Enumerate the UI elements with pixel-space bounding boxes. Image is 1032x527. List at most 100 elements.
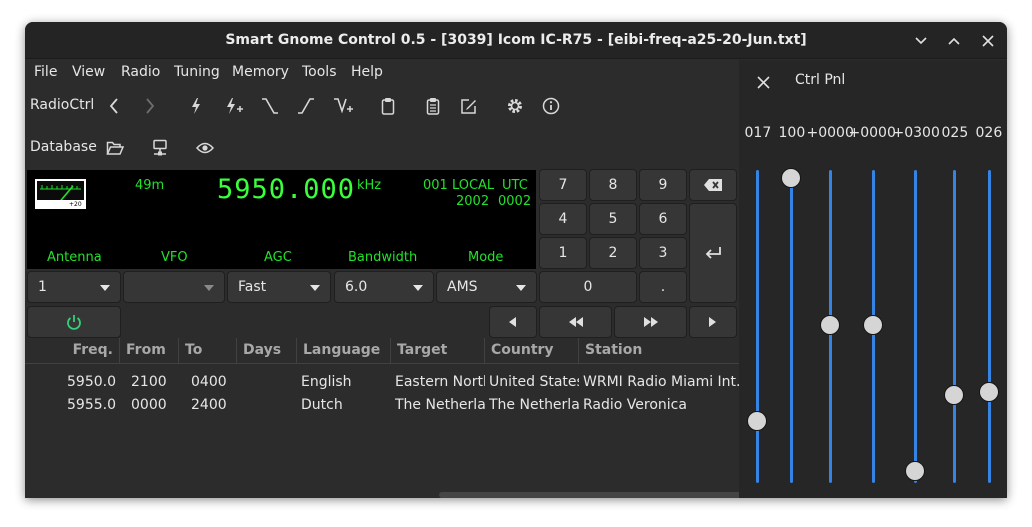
- clipboard-icon[interactable]: [375, 93, 401, 119]
- cell-target: The Netherlar: [395, 397, 485, 413]
- chevron-up-icon[interactable]: [943, 30, 965, 52]
- slider-handle-rf[interactable]: [781, 168, 801, 188]
- slider-label-af: AF: [748, 497, 766, 498]
- key-6[interactable]: 6: [639, 203, 687, 235]
- column-header-country[interactable]: Country: [485, 338, 579, 364]
- utc-label: UTC: [502, 178, 528, 193]
- sweep-icon[interactable]: [330, 93, 356, 119]
- enter-button[interactable]: [689, 203, 737, 303]
- column-header-freq[interactable]: Freq.: [25, 338, 120, 364]
- info-icon[interactable]: [538, 93, 564, 119]
- close-window-button[interactable]: [977, 30, 999, 52]
- column-header-to[interactable]: To: [179, 338, 237, 364]
- menu-bar: File View Radio Tuning Memory Tools Help: [25, 60, 739, 86]
- key-4[interactable]: 4: [539, 203, 587, 235]
- edit-icon[interactable]: [456, 93, 482, 119]
- gear-icon[interactable]: [502, 93, 528, 119]
- key-3[interactable]: 3: [639, 237, 687, 269]
- menu-view[interactable]: View: [72, 64, 105, 80]
- prev-arrow-icon[interactable]: [101, 93, 127, 119]
- key-dot[interactable]: .: [639, 271, 687, 303]
- slider-sql[interactable]: [953, 170, 956, 483]
- slider-fill-cwp: [914, 170, 917, 483]
- unit-label: kHz: [357, 178, 382, 193]
- key-5[interactable]: 5: [589, 203, 637, 235]
- menu-memory[interactable]: Memory: [232, 64, 289, 80]
- power-button[interactable]: [27, 306, 121, 338]
- agc-label: AGC: [264, 250, 292, 265]
- slider-fill-nr: [988, 170, 991, 483]
- fast-forward-button[interactable]: [614, 306, 687, 338]
- chevron-down-icon[interactable]: [910, 30, 932, 52]
- key-1[interactable]: 1: [539, 237, 587, 269]
- slider-af[interactable]: [756, 170, 759, 483]
- cell-to: 0400: [191, 374, 227, 390]
- menu-tools[interactable]: Tools: [302, 64, 337, 80]
- backspace-button[interactable]: [689, 169, 737, 201]
- column-header-language[interactable]: Language: [297, 338, 391, 364]
- slider-fill-rf: [790, 170, 793, 483]
- column-header-station[interactable]: Station: [579, 338, 739, 364]
- falling-edge-icon[interactable]: [257, 93, 283, 119]
- fast-rewind-button[interactable]: [539, 306, 612, 338]
- mode-select[interactable]: AMS: [436, 271, 537, 303]
- key-8[interactable]: 8: [589, 169, 637, 201]
- slider-handle-pbi[interactable]: [820, 314, 840, 335]
- antenna-label: Antenna: [47, 250, 102, 265]
- clipboard-list-icon[interactable]: [420, 93, 446, 119]
- slider-nr[interactable]: [988, 170, 991, 483]
- network-icon[interactable]: [147, 135, 173, 161]
- antenna-select[interactable]: 1: [27, 271, 121, 303]
- cell-language: English: [301, 374, 352, 390]
- slider-handle-sql[interactable]: [944, 384, 964, 405]
- cell-station: WRMI Radio Miami Int.: [583, 374, 739, 390]
- column-header-target[interactable]: Target: [391, 338, 485, 364]
- bolt-plus-icon[interactable]: [221, 93, 247, 119]
- menu-help[interactable]: Help: [351, 64, 383, 80]
- title-bar[interactable]: Smart Gnome Control 0.5 - [3039] Icom IC…: [25, 22, 1007, 59]
- slider-value-pbo: +0000: [848, 125, 896, 141]
- bandwidth-select[interactable]: 6.0: [334, 271, 434, 303]
- key-0[interactable]: 0: [539, 271, 637, 303]
- mode-label: Mode: [468, 250, 504, 265]
- slider-handle-cwp[interactable]: [905, 461, 925, 481]
- slider-value-rf: 100: [778, 125, 806, 141]
- cell-station: Radio Veronica: [583, 397, 687, 413]
- step-left-button[interactable]: [489, 306, 537, 338]
- slider-fill-af: [756, 170, 759, 483]
- ctrl-panel-close-button[interactable]: [753, 72, 773, 92]
- frequency-display: 5950.000: [217, 174, 356, 205]
- folder-open-icon[interactable]: [102, 135, 128, 161]
- slider-cwp[interactable]: [914, 170, 917, 483]
- vfo-label: VFO: [161, 250, 188, 265]
- vfo-select[interactable]: [123, 271, 225, 303]
- slider-handle-af[interactable]: [747, 411, 767, 432]
- menu-file[interactable]: File: [34, 64, 57, 80]
- rising-edge-icon[interactable]: [293, 93, 319, 119]
- key-7[interactable]: 7: [539, 169, 587, 201]
- cell-target: Eastern North: [395, 374, 485, 390]
- key-9[interactable]: 9: [639, 169, 687, 201]
- chevron-down-icon: [413, 285, 423, 291]
- next-arrow-icon[interactable]: [137, 93, 163, 119]
- app-window: Smart Gnome Control 0.5 - [3039] Icom IC…: [25, 22, 1007, 498]
- eye-icon[interactable]: [192, 135, 218, 161]
- slider-rf[interactable]: [790, 170, 793, 483]
- menu-radio[interactable]: Radio: [121, 64, 160, 80]
- slider-handle-nr[interactable]: [979, 381, 999, 402]
- column-header-days[interactable]: Days: [237, 338, 297, 364]
- ctrl-panel: Ctrl Pnl 017 AF 100 RF +0000 PBI +0000 PBO +0300…: [739, 60, 1007, 498]
- agc-value: Fast: [238, 279, 267, 295]
- key-2[interactable]: 2: [589, 237, 637, 269]
- bolt-icon[interactable]: [183, 93, 209, 119]
- step-right-button[interactable]: [689, 306, 737, 338]
- bandwidth-label: Bandwidth: [348, 250, 418, 265]
- menu-tuning[interactable]: Tuning: [174, 64, 220, 80]
- slider-label-sql: SQL: [940, 497, 968, 498]
- local-time: 2002: [456, 194, 490, 209]
- slider-value-pbi: +0000: [806, 125, 854, 141]
- database-label: Database: [30, 139, 97, 155]
- column-header-from[interactable]: From: [120, 338, 179, 364]
- agc-select[interactable]: Fast: [227, 271, 331, 303]
- slider-handle-pbo[interactable]: [863, 314, 883, 335]
